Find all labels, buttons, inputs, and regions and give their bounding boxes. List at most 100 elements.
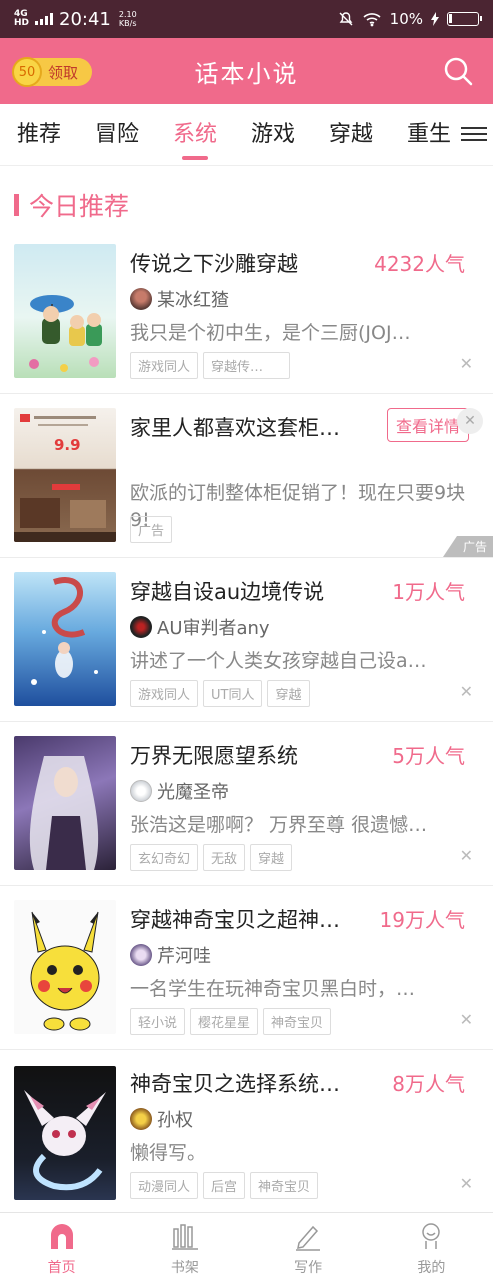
tag[interactable]: 穿越传… bbox=[203, 352, 291, 379]
author-row: 某冰红猹 bbox=[130, 286, 229, 312]
tag-list: 游戏同人 UT同人 穿越 bbox=[130, 680, 310, 707]
section-header: 今日推荐 bbox=[0, 180, 493, 230]
book-description: 讲述了一个人类女孩穿越自己设a… bbox=[130, 650, 427, 672]
ad-description: 欧派的订制整体柜促销了！现在只要9块9! bbox=[130, 482, 466, 531]
tag[interactable]: 无敌 bbox=[203, 844, 246, 871]
reward-button[interactable]: 50 领取 bbox=[12, 57, 92, 87]
signal-icon bbox=[35, 13, 54, 25]
book-title[interactable]: 穿越神奇宝贝之超神… bbox=[130, 904, 340, 934]
avatar bbox=[130, 1108, 152, 1130]
book-cover[interactable] bbox=[14, 572, 116, 706]
close-icon[interactable]: ✕ bbox=[460, 354, 473, 373]
close-icon[interactable]: ✕ bbox=[460, 682, 473, 701]
tab-time-travel[interactable]: 穿越 bbox=[312, 104, 390, 166]
ad-title[interactable]: 家里人都喜欢这套柜… bbox=[130, 412, 340, 442]
book-cover[interactable] bbox=[14, 736, 116, 870]
book-title[interactable]: 穿越自设au边境传说 bbox=[130, 576, 324, 606]
book-list: 传说之下沙雕穿越 4232人气 某冰红猹 我只是个初中生，是个三厨(JOJ… 游… bbox=[0, 230, 493, 1214]
tag-list: 广告 bbox=[130, 516, 173, 543]
book-card[interactable]: 穿越神奇宝贝之超神… 19万人气 芹河哇 一名学生在玩神奇宝贝黑白时，… 轻小说… bbox=[0, 886, 493, 1050]
network-sub: HD bbox=[14, 18, 30, 28]
tab-rebirth[interactable]: 重生 bbox=[390, 104, 468, 166]
search-icon[interactable] bbox=[443, 56, 473, 86]
avatar bbox=[130, 288, 152, 310]
popularity: 1万人气 bbox=[392, 580, 465, 604]
book-card[interactable]: 传说之下沙雕穿越 4232人气 某冰红猹 我只是个初中生，是个三厨(JOJ… 游… bbox=[0, 230, 493, 394]
app-header: 50 领取 话本小说 bbox=[0, 38, 493, 104]
tab-game[interactable]: 游戏 bbox=[234, 104, 312, 166]
net-speed: 2.10 KB/s bbox=[119, 10, 137, 28]
tag[interactable]: 后宫 bbox=[203, 1172, 246, 1199]
network-indicator: 4G HD bbox=[14, 10, 29, 28]
tag[interactable]: 穿越 bbox=[250, 844, 293, 871]
tag[interactable]: 动漫同人 bbox=[130, 1172, 199, 1199]
tag[interactable]: 神奇宝贝 bbox=[250, 1172, 319, 1199]
book-title[interactable]: 传说之下沙雕穿越 bbox=[130, 248, 298, 278]
tag-list: 轻小说 樱花星星 神奇宝贝 bbox=[130, 1008, 332, 1035]
tag[interactable]: 玄幻奇幻 bbox=[130, 844, 199, 871]
book-card[interactable]: 万界无限愿望系统 5万人气 光魔圣帝 张浩这是哪啊？ 万界至尊 很遗憾… 玄幻奇… bbox=[0, 722, 493, 886]
book-cover[interactable] bbox=[14, 244, 116, 378]
author-row: 孙权 bbox=[130, 1106, 193, 1132]
nav-home[interactable]: 首页 bbox=[0, 1213, 123, 1280]
home-icon bbox=[50, 1224, 73, 1249]
coin-icon: 50 bbox=[12, 57, 42, 87]
mute-icon bbox=[339, 12, 353, 26]
close-icon[interactable]: ✕ bbox=[460, 846, 473, 865]
nav-write[interactable]: 写作 bbox=[247, 1213, 370, 1280]
battery-percent: 10% bbox=[389, 10, 423, 28]
net-speed-unit: KB/s bbox=[118, 19, 137, 28]
ad-card[interactable]: 9.9 家里人都喜欢这套柜… 查看详情 ✕ 欧派的订制整体柜促销了！现在只要9块… bbox=[0, 394, 493, 558]
tag-list: 玄幻奇幻 无敌 穿越 bbox=[130, 844, 293, 871]
tag[interactable]: 穿越 bbox=[267, 680, 310, 707]
wifi-icon bbox=[363, 13, 381, 27]
bottom-nav: 首页 书架 写作 我的 bbox=[0, 1212, 493, 1280]
book-description: 我只是个初中生，是个三厨(JOJ… bbox=[130, 322, 411, 344]
book-description: 一名学生在玩神奇宝贝黑白时，… bbox=[130, 978, 416, 1000]
author-name: 某冰红猹 bbox=[157, 290, 229, 311]
close-icon[interactable]: ✕ bbox=[457, 408, 483, 434]
tag[interactable]: 神奇宝贝 bbox=[263, 1008, 332, 1035]
tab-recommend[interactable]: 推荐 bbox=[0, 104, 78, 166]
author-name: 光魔圣帝 bbox=[157, 782, 229, 803]
tag[interactable]: 樱花星星 bbox=[190, 1008, 259, 1035]
tag[interactable]: 轻小说 bbox=[130, 1008, 186, 1035]
close-icon[interactable]: ✕ bbox=[460, 1010, 473, 1029]
section-title: 今日推荐 bbox=[29, 192, 130, 221]
nav-label: 我的 bbox=[417, 1260, 446, 1276]
popularity: 8万人气 bbox=[392, 1072, 465, 1096]
nav-bookshelf[interactable]: 书架 bbox=[123, 1213, 246, 1280]
author-row: 光魔圣帝 bbox=[130, 778, 229, 804]
menu-icon[interactable] bbox=[461, 123, 487, 145]
clock: 20:41 bbox=[59, 8, 111, 30]
book-cover[interactable] bbox=[14, 900, 116, 1034]
close-icon[interactable]: ✕ bbox=[460, 1174, 473, 1193]
author-row: AU审判者any bbox=[130, 614, 270, 640]
tag[interactable]: 游戏同人 bbox=[130, 352, 199, 379]
book-cover[interactable] bbox=[14, 1066, 116, 1200]
nav-profile[interactable]: 我的 bbox=[370, 1213, 493, 1280]
tag-list: 游戏同人 穿越传… bbox=[130, 352, 291, 379]
nav-label: 写作 bbox=[294, 1260, 323, 1276]
tab-system[interactable]: 系统 bbox=[156, 104, 234, 166]
book-title[interactable]: 神奇宝贝之选择系统… bbox=[130, 1068, 340, 1098]
author-row: 芹河哇 bbox=[130, 942, 211, 968]
book-title[interactable]: 万界无限愿望系统 bbox=[130, 740, 298, 770]
book-description: 懒得写。 bbox=[130, 1142, 207, 1164]
ad-image[interactable]: 9.9 bbox=[14, 408, 116, 542]
tag[interactable]: UT同人 bbox=[203, 680, 263, 707]
avatar bbox=[130, 944, 152, 966]
ad-tag: 广告 bbox=[130, 516, 173, 543]
tag-list: 动漫同人 后宫 神奇宝贝 bbox=[130, 1172, 319, 1199]
tag[interactable]: 游戏同人 bbox=[130, 680, 199, 707]
book-card[interactable]: 穿越自设au边境传说 1万人气 AU审判者any 讲述了一个人类女孩穿越自己设a… bbox=[0, 558, 493, 722]
book-description: 张浩这是哪啊？ 万界至尊 很遗憾… bbox=[130, 814, 428, 836]
section-bar bbox=[14, 194, 19, 216]
reward-label: 领取 bbox=[48, 63, 79, 82]
avatar bbox=[130, 616, 152, 638]
pen-icon bbox=[296, 1225, 321, 1251]
author-name: 孙权 bbox=[157, 1110, 193, 1131]
app-title: 话本小说 bbox=[194, 59, 299, 88]
tab-adventure[interactable]: 冒险 bbox=[78, 104, 156, 166]
book-card[interactable]: 神奇宝贝之选择系统… 8万人气 孙权 懒得写。 动漫同人 后宫 神奇宝贝 ✕ bbox=[0, 1050, 493, 1214]
